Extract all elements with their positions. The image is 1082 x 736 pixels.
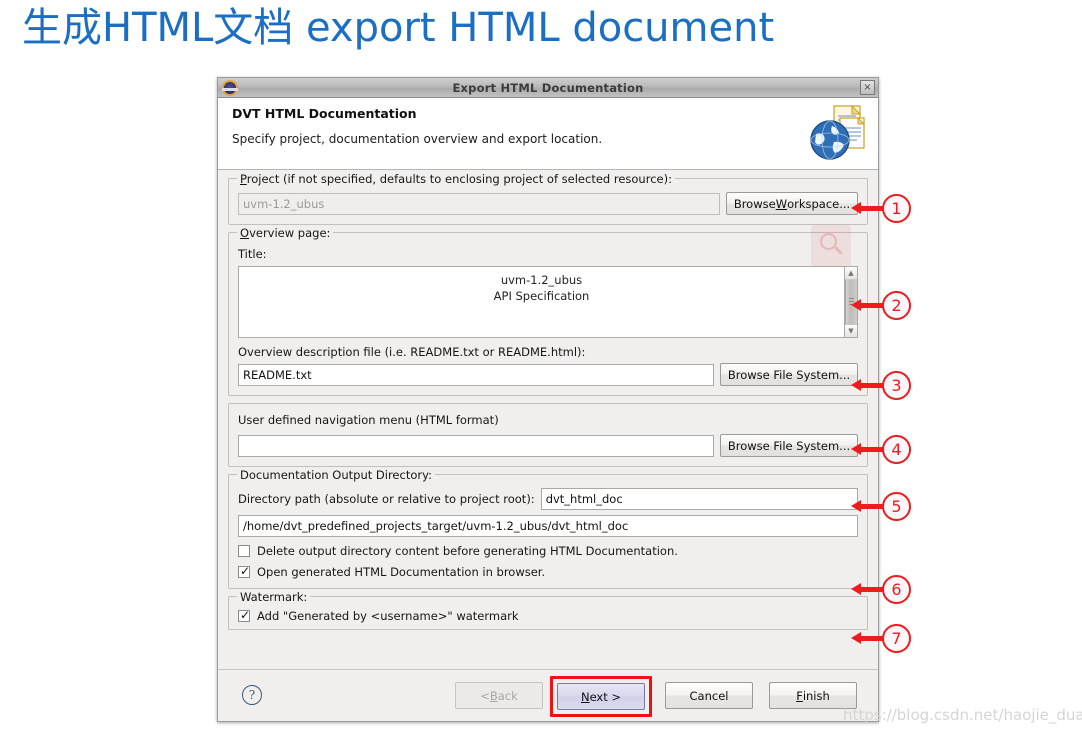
- directory-path-input[interactable]: [541, 488, 858, 510]
- overview-group-legend: Overview page:: [237, 226, 333, 240]
- back-button: < Back: [455, 682, 543, 709]
- delete-output-checkbox-row[interactable]: Delete output directory content before g…: [238, 544, 858, 558]
- callout-arrow-2: [860, 303, 884, 308]
- dialog-footer: ? < Back Next > Cancel Finish: [218, 669, 878, 721]
- callout-arrow-4: [860, 447, 884, 452]
- close-icon[interactable]: ×: [860, 80, 875, 95]
- cancel-button[interactable]: Cancel: [665, 682, 753, 709]
- callout-number-4: 4: [882, 435, 911, 464]
- title-line-2: API Specification: [239, 288, 844, 304]
- dialog-header: DVT HTML Documentation Specify project, …: [218, 98, 878, 170]
- callout-number-2: 2: [882, 291, 911, 320]
- dialog-body: Project (if not specified, defaults to e…: [218, 170, 878, 720]
- page-title: 生成HTML文档 export HTML document: [22, 2, 774, 54]
- navigation-menu-input[interactable]: [238, 435, 714, 457]
- watermark-checkbox-row[interactable]: Add "Generated by <username>" watermark: [238, 609, 858, 623]
- callout-number-5: 5: [882, 492, 911, 521]
- callout-arrow-5: [860, 504, 884, 509]
- next-button[interactable]: Next >: [557, 683, 645, 710]
- callout-number-7: 7: [882, 624, 911, 653]
- title-label: Title:: [238, 247, 858, 261]
- open-browser-checkbox[interactable]: [238, 566, 250, 578]
- callout-arrow-7: [860, 636, 884, 641]
- scroll-up-icon[interactable]: ▲: [845, 267, 857, 280]
- delete-output-checkbox[interactable]: [238, 545, 250, 557]
- dialog-titlebar: Export HTML Documentation ×: [218, 78, 878, 98]
- browse-file-system-button-description[interactable]: Browse File System...: [720, 363, 858, 386]
- overview-page-group: Overview page: Title: uvm-1.2_ubus API S…: [228, 232, 868, 396]
- open-browser-label: Open generated HTML Documentation in bro…: [257, 565, 545, 579]
- callout-arrow-3: [860, 383, 884, 388]
- title-line-1: uvm-1.2_ubus: [239, 272, 844, 288]
- delete-output-label: Delete output directory content before g…: [257, 544, 678, 558]
- blog-watermark: https://blog.csdn.net/haojie_duan: [843, 706, 1082, 724]
- watermark-checkbox[interactable]: [238, 610, 250, 622]
- next-button-highlight: Next >: [550, 676, 652, 717]
- header-title: DVT HTML Documentation: [232, 106, 866, 121]
- open-browser-checkbox-row[interactable]: Open generated HTML Documentation in bro…: [238, 565, 858, 579]
- watermark-group: Watermark: Add "Generated by <username>"…: [228, 596, 868, 630]
- overview-description-input[interactable]: [238, 364, 714, 386]
- callout-number-1: 1: [882, 194, 911, 223]
- question-mark-icon[interactable]: ?: [242, 685, 262, 705]
- output-group-legend: Documentation Output Directory:: [237, 468, 435, 482]
- eclipse-circle-icon: [222, 80, 238, 96]
- watermark-group-legend: Watermark:: [237, 590, 310, 604]
- globe-document-icon: [806, 102, 872, 166]
- callout-arrow-1: [860, 206, 884, 211]
- overview-description-label: Overview description file (i.e. README.t…: [238, 345, 858, 359]
- browse-workspace-button[interactable]: Browse Workspace...: [726, 192, 858, 215]
- callout-number-3: 3: [882, 371, 911, 400]
- navigation-menu-label: User defined navigation menu (HTML forma…: [238, 413, 858, 427]
- search-icon: [811, 225, 851, 267]
- watermark-label: Add "Generated by <username>" watermark: [257, 609, 519, 623]
- project-group-legend: Project (if not specified, defaults to e…: [237, 172, 675, 186]
- title-textarea[interactable]: uvm-1.2_ubus API Specification: [238, 266, 844, 338]
- header-subtitle: Specify project, documentation overview …: [232, 132, 866, 146]
- browse-file-system-button-navigation[interactable]: Browse File System...: [720, 434, 858, 457]
- output-directory-group: Documentation Output Directory: Director…: [228, 474, 868, 589]
- navigation-menu-group: User defined navigation menu (HTML forma…: [228, 403, 868, 467]
- project-group: Project (if not specified, defaults to e…: [228, 178, 868, 225]
- title-textarea-wrap: uvm-1.2_ubus API Specification ▲ ▼: [238, 266, 858, 338]
- callout-number-6: 6: [882, 575, 911, 604]
- dialog-title: Export HTML Documentation: [218, 81, 878, 95]
- export-html-documentation-dialog: Export HTML Documentation × DVT HTML Doc…: [217, 77, 879, 722]
- finish-button[interactable]: Finish: [769, 682, 857, 709]
- directory-path-label: Directory path (absolute or relative to …: [238, 492, 535, 506]
- full-path-display: [238, 515, 858, 537]
- project-input[interactable]: [238, 193, 720, 215]
- scroll-down-icon[interactable]: ▼: [845, 324, 857, 337]
- callout-arrow-6: [860, 587, 884, 592]
